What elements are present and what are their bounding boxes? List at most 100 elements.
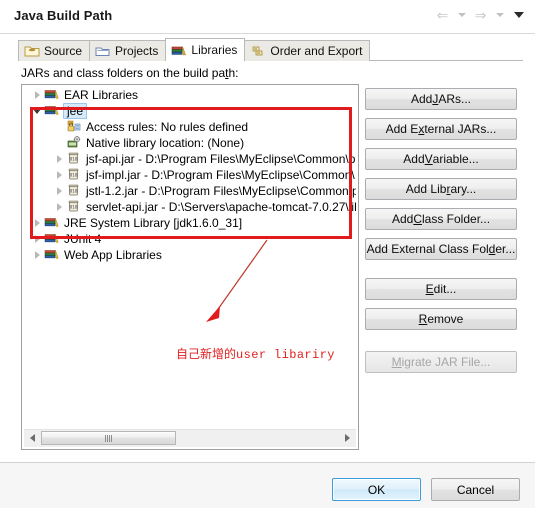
build-path-tree-panel[interactable]: EAR Libraries jee Access rules: No rules d…: [21, 84, 359, 450]
chevron-right-icon[interactable]: [30, 247, 44, 263]
migrate-jar-file-button: Migrate JAR File...: [365, 351, 517, 373]
tree-item-label: JRE System Library [jdk1.6.0_31]: [64, 216, 243, 230]
svg-text:010: 010: [70, 189, 78, 195]
twisty-placeholder: [52, 135, 66, 151]
add-external-class-folder-button[interactable]: Add External Class Fol d er...: [365, 238, 517, 260]
tab-source[interactable]: Source: [18, 40, 91, 61]
jar-icon: 010: [66, 183, 83, 199]
button-label-pre: Add External Class Fol: [366, 242, 489, 256]
svg-text:010: 010: [70, 205, 78, 211]
button-label-mnemonic: M: [391, 355, 402, 369]
chevron-right-icon[interactable]: [52, 167, 66, 183]
tab-projects-label: Projects: [115, 44, 159, 58]
library-books-icon: [44, 87, 61, 103]
button-label-mnemonic: R: [418, 312, 428, 326]
tree-item[interactable]: EAR Libraries: [24, 87, 356, 103]
twisty-placeholder: [52, 119, 66, 135]
svg-text:010: 010: [70, 173, 78, 179]
actions-button-column: Add J ARs... Add Ex ternal JARs... Add Varia…: [365, 88, 517, 381]
chevron-down-icon[interactable]: [30, 103, 44, 119]
ok-button[interactable]: OK: [332, 478, 421, 501]
tab-libraries-label: Libraries: [191, 43, 238, 57]
tree-item[interactable]: 010 jsf-impl.jar - D:\Program Files\MyEcl…: [24, 167, 356, 183]
native-library-icon: [66, 135, 83, 151]
chevron-right-icon[interactable]: [52, 183, 66, 199]
chevron-right-icon[interactable]: [30, 87, 44, 103]
back-arrow-icon[interactable]: ⇐: [434, 7, 451, 23]
button-label-post: igrate JAR File...: [401, 355, 491, 369]
build-path-tree[interactable]: EAR Libraries jee Access rules: No rules d…: [24, 87, 356, 423]
tree-item-label: JUnit 4: [64, 232, 102, 246]
edit-button[interactable]: Edit...: [365, 278, 517, 300]
tree-item[interactable]: 010 servlet-api.jar - D:\Servers\apache-t…: [24, 199, 356, 215]
button-label-mnemonic: d: [488, 242, 496, 256]
library-books-icon: [44, 247, 61, 263]
add-jars-button[interactable]: Add J ARs...: [365, 88, 517, 110]
projects-folder-icon: [95, 44, 111, 58]
add-class-folder-button[interactable]: Add Class Folder...: [365, 208, 517, 230]
tree-item[interactable]: jee: [24, 103, 356, 119]
scroll-right-button[interactable]: [339, 430, 356, 446]
navigation-toolbar: ⇐ ⇒: [434, 7, 527, 23]
library-books-icon: [44, 103, 61, 119]
scroll-left-button[interactable]: [24, 430, 41, 446]
annotation-note-cjk: 自己新增的: [176, 347, 237, 361]
button-label-pre: Add: [410, 92, 433, 106]
button-label-post: emove: [427, 312, 464, 326]
forward-arrow-icon[interactable]: ⇒: [472, 7, 489, 23]
tree-item[interactable]: Web App Libraries: [24, 247, 356, 263]
button-label-post: ary...: [450, 182, 477, 196]
tree-item-label: jsf-impl.jar - D:\Program Files\MyEclips…: [86, 168, 355, 182]
tab-source-label: Source: [44, 44, 83, 58]
annotation-note: 自己新增的user libariry: [176, 345, 335, 362]
button-label-post: dit...: [433, 282, 457, 296]
button-label-pre: Add: [391, 212, 414, 226]
jar-icon: 010: [66, 167, 83, 183]
button-label-post: ariable...: [432, 152, 479, 166]
button-label-mnemonic: E: [425, 282, 434, 296]
annotation-note-ascii: user libariry: [236, 348, 335, 362]
button-label-pre: Add E: [385, 122, 419, 136]
tree-horizontal-scrollbar[interactable]: [24, 429, 356, 447]
jar-icon: 010: [66, 151, 83, 167]
tree-item-label: jsf-api.jar - D:\Program Files\MyEclipse…: [86, 152, 356, 166]
chevron-right-icon[interactable]: [52, 199, 66, 215]
forward-dropdown-icon[interactable]: [491, 7, 508, 23]
back-dropdown-icon[interactable]: [453, 7, 470, 23]
tree-item-label: EAR Libraries: [64, 88, 139, 102]
tree-item[interactable]: Native library location: (None): [24, 135, 356, 151]
page-title: Java Build Path: [14, 8, 113, 23]
button-label-post: er...: [495, 242, 516, 256]
section-label-post: h:: [228, 66, 239, 80]
button-label-pre: Add: [403, 152, 425, 166]
tree-item[interactable]: 010 jsf-api.jar - D:\Program Files\MyEcli…: [24, 151, 356, 167]
menu-dropdown-icon[interactable]: [510, 7, 527, 23]
add-external-jars-button[interactable]: Add Ex ternal JARs...: [365, 118, 517, 140]
tree-item[interactable]: JRE System Library [jdk1.6.0_31]: [24, 215, 356, 231]
tree-item[interactable]: Access rules: No rules defined: [24, 119, 356, 135]
cancel-button[interactable]: Cancel: [431, 478, 520, 501]
tree-item-label: Access rules: No rules defined: [86, 120, 249, 134]
tree-item[interactable]: JUnit 4: [24, 231, 356, 247]
dialog-title-bar: Java Build Path ⇐ ⇒: [0, 0, 535, 34]
add-variable-button[interactable]: Add Variable...: [365, 148, 517, 170]
chevron-right-icon[interactable]: [52, 151, 66, 167]
tab-libraries[interactable]: Libraries: [165, 38, 246, 61]
order-export-icon: [250, 44, 266, 58]
tab-order-and-export[interactable]: Order and Export: [244, 40, 371, 61]
scrollbar-thumb[interactable]: [41, 431, 176, 445]
chevron-right-icon[interactable]: [30, 231, 44, 247]
tabstrip: Source Projects Libraries Order and Expo…: [18, 38, 523, 61]
chevron-right-icon[interactable]: [30, 215, 44, 231]
button-label-post: ARs...: [438, 92, 472, 106]
svg-text:010: 010: [70, 157, 78, 163]
remove-button[interactable]: Remove: [365, 308, 517, 330]
libraries-books-icon: [171, 43, 187, 57]
tree-item[interactable]: 010 jstl-1.2.jar - D:\Program Files\MyEcl…: [24, 183, 356, 199]
add-library-button[interactable]: Add Lib r ary...: [365, 178, 517, 200]
tab-projects[interactable]: Projects: [89, 40, 167, 61]
section-label: JARs and class folders on the build path…: [21, 66, 238, 80]
tree-item-label: jee: [63, 103, 88, 119]
tab-order-and-export-label: Order and Export: [270, 44, 363, 58]
button-label-post: ternal JARs...: [424, 122, 497, 136]
